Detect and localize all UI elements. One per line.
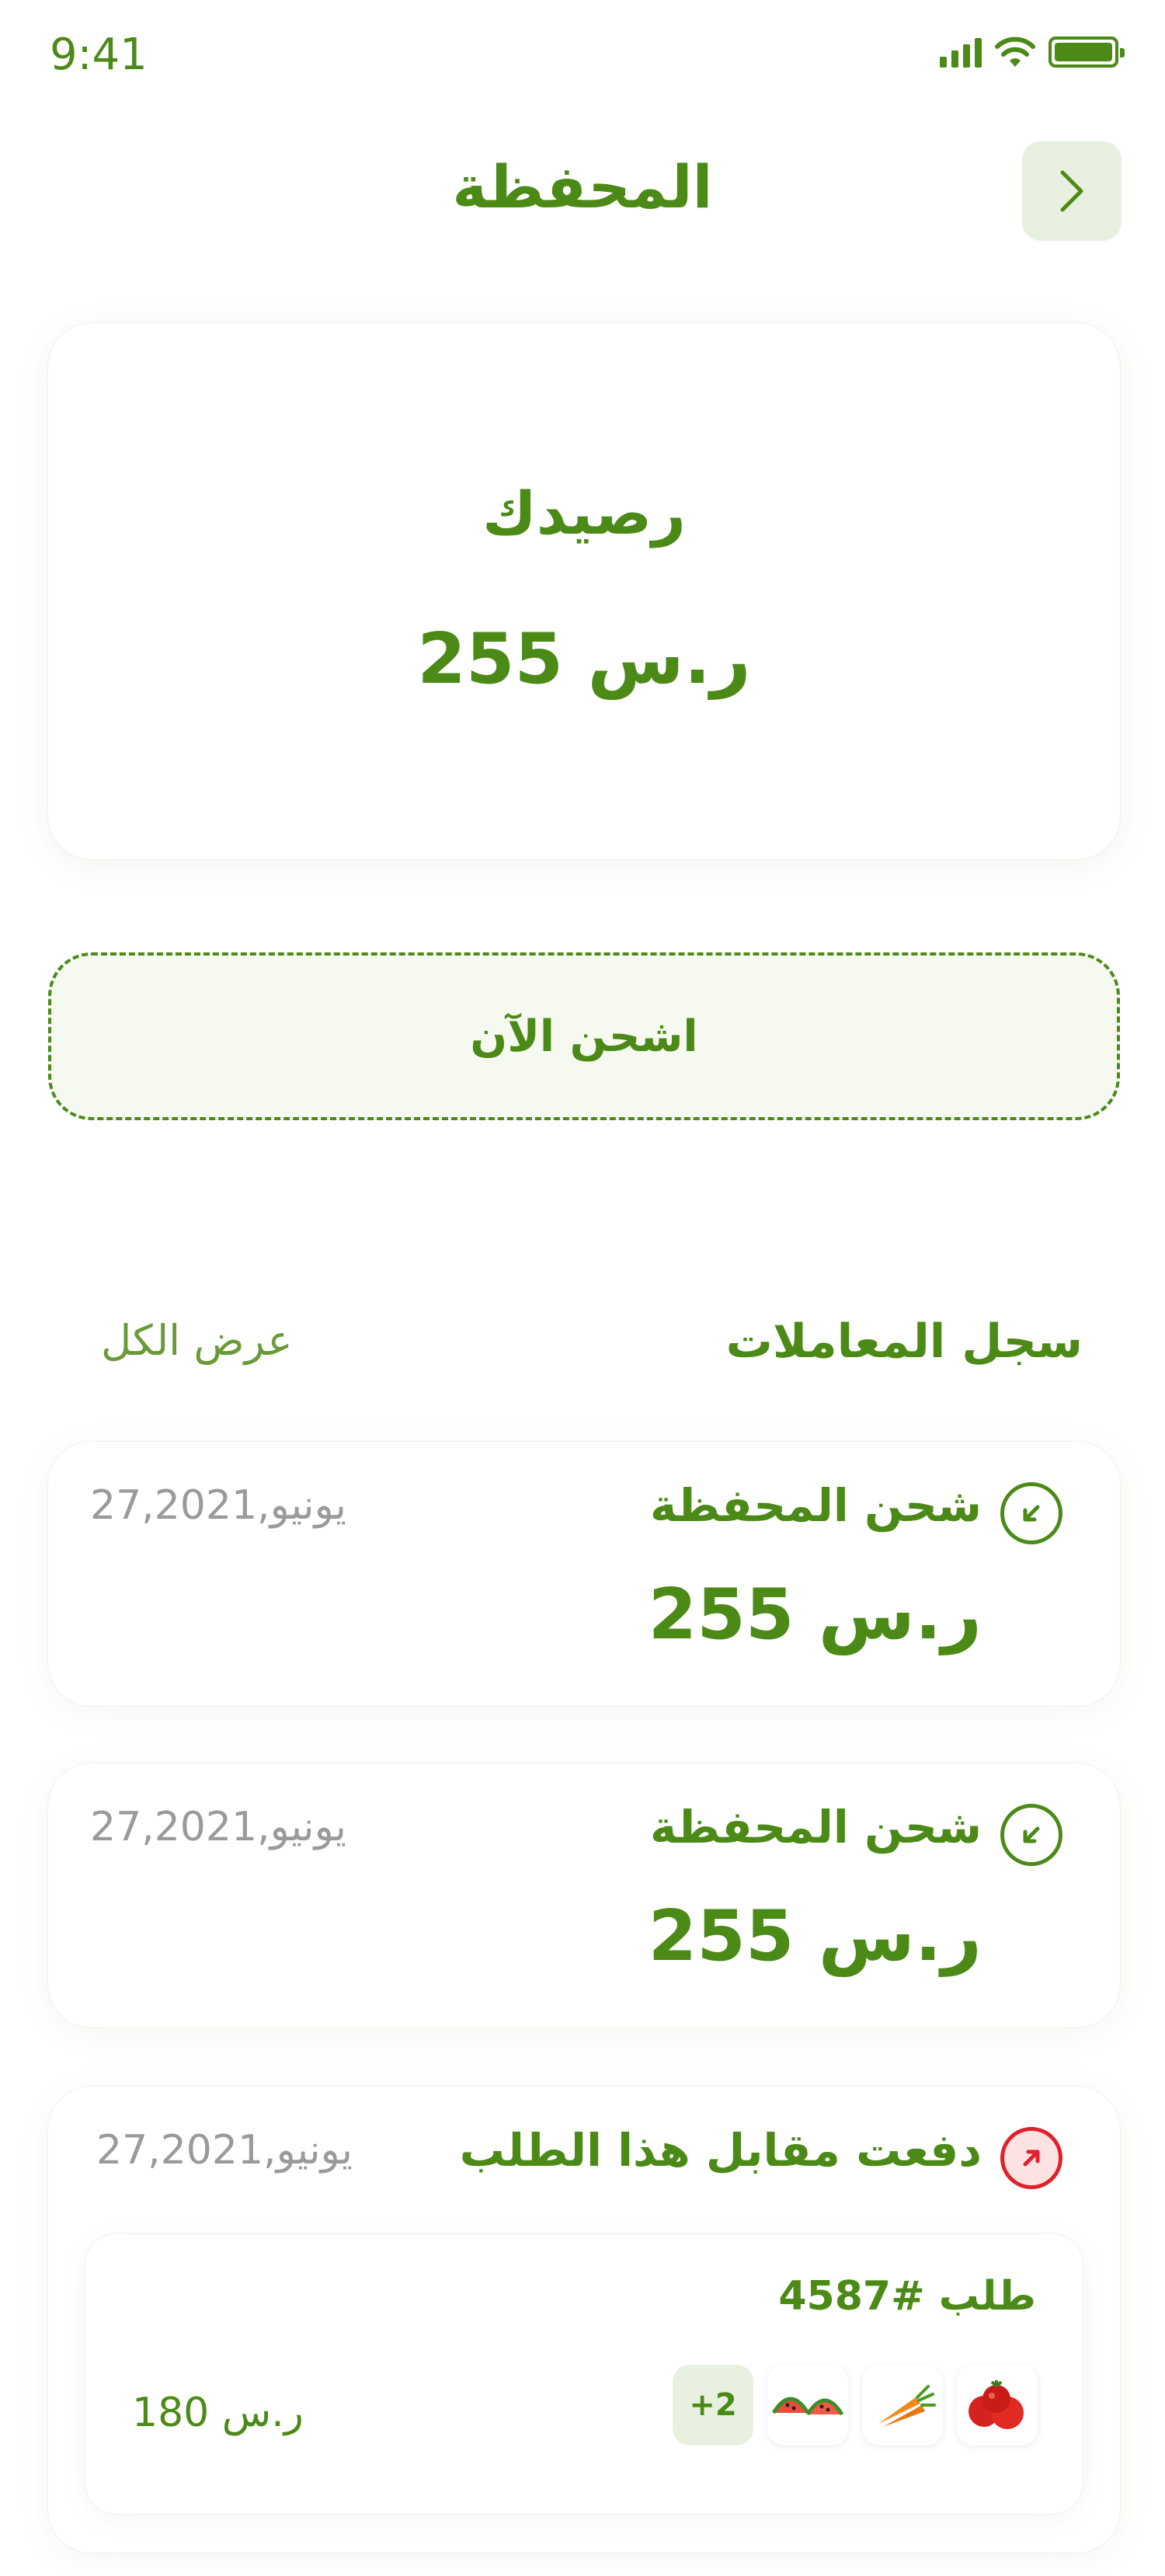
transaction-title: شحن المحفظة xyxy=(650,1801,982,1854)
transaction-title: دفعت مقابل هذا الطلب xyxy=(459,2124,982,2177)
page-title: المحفظة xyxy=(452,152,713,221)
incoming-arrow-icon xyxy=(1000,1482,1062,1544)
order-box[interactable]: طلب #4587 180 ر.س +2 xyxy=(85,2234,1083,2514)
balance-label: رصيدك xyxy=(482,479,686,548)
order-number: طلب #4587 xyxy=(778,2273,1036,2320)
watermelon-thumbnail xyxy=(767,2365,848,2445)
balance-card: رصيدك 255 ر.س xyxy=(48,323,1120,859)
transaction-amount: 255 ر.س xyxy=(648,1895,982,1977)
transaction-card[interactable]: شحن المحفظة 27,يونيو,2021 255 ر.س xyxy=(48,1763,1120,2028)
outgoing-arrow-icon xyxy=(1000,2127,1062,2189)
carrot-thumbnail xyxy=(862,2365,943,2445)
signal-icon xyxy=(940,37,982,68)
back-button[interactable] xyxy=(1022,141,1122,241)
balance-value: 255 ر.س xyxy=(417,618,751,700)
status-icons xyxy=(940,36,1125,68)
transactions-title: سجل المعاملات xyxy=(725,1314,1083,1369)
tomato-thumbnail xyxy=(957,2365,1038,2445)
charge-now-button[interactable]: اشحن الآن xyxy=(48,952,1120,1120)
transaction-card[interactable]: شحن المحفظة 27,يونيو,2021 255 ر.س xyxy=(48,1442,1120,1706)
more-items-badge: +2 xyxy=(673,2365,753,2445)
transaction-date: 27,يونيو,2021 xyxy=(90,1482,346,1529)
transaction-amount: 255 ر.س xyxy=(648,1574,982,1655)
incoming-arrow-icon xyxy=(1000,1804,1062,1866)
view-all-link[interactable]: عرض الكل xyxy=(101,1316,293,1365)
chevron-right-icon xyxy=(1060,170,1083,212)
battery-icon xyxy=(1048,37,1125,68)
transaction-title: شحن المحفظة xyxy=(650,1479,982,1532)
wifi-icon xyxy=(995,37,1035,67)
transaction-date: 27,يونيو,2021 xyxy=(96,2127,353,2174)
order-price: 180 ر.س xyxy=(132,2390,304,2436)
status-time: 9:41 xyxy=(50,30,148,80)
transaction-card[interactable]: دفعت مقابل هذا الطلب 27,يونيو,2021 طلب #… xyxy=(48,2087,1120,2553)
transaction-date: 27,يونيو,2021 xyxy=(90,1804,346,1850)
